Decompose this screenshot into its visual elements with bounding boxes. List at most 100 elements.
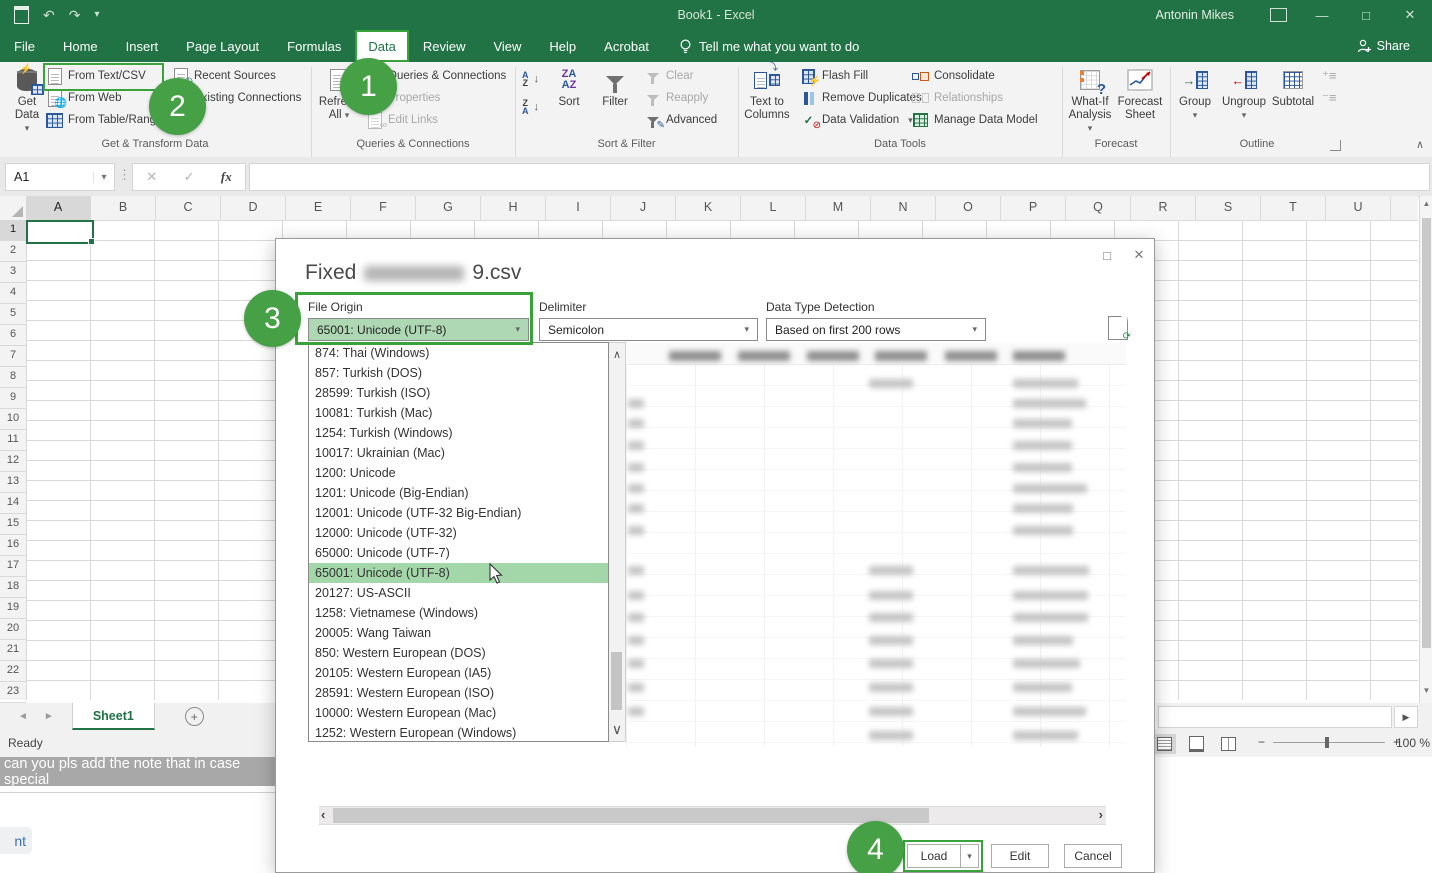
tab-data[interactable]: Data [355,30,408,62]
row-header-2[interactable]: 2 [0,241,26,262]
outline-dialog-launcher-icon[interactable] [1330,140,1341,151]
row-header-8[interactable]: 8 [0,367,26,388]
preview-scroll-thumb[interactable] [333,808,929,823]
sheet-tab-sheet1[interactable]: Sheet1 [72,703,155,730]
row-header-6[interactable]: 6 [0,325,26,346]
tab-acrobat[interactable]: Acrobat [590,30,663,62]
encoding-option[interactable]: 20127: US-ASCII [309,583,608,603]
sort-za-button[interactable]: ZA↓ [522,93,539,121]
load-button[interactable]: Load [907,844,961,868]
sheet-nav-left-icon[interactable]: ◄ [18,711,28,722]
formula-enter-icon[interactable]: ✓ [184,169,195,185]
column-header-a[interactable]: A [26,196,91,220]
minimize-button[interactable]: — [1300,0,1344,30]
encoding-option[interactable]: 874: Thai (Windows) [309,343,608,363]
column-header-q[interactable]: Q [1066,196,1131,220]
encoding-option[interactable]: 857: Turkish (DOS) [309,363,608,383]
forecast-sheet-button[interactable]: Forecast Sheet [1116,65,1164,135]
dropdown-scrollbar[interactable]: ∧ ∨ [609,342,626,742]
tab-page-layout[interactable]: Page Layout [172,30,273,62]
relationships-button[interactable]: Relationships [912,87,1038,109]
column-header-o[interactable]: O [936,196,1001,220]
sheet-nav-right-icon[interactable]: ► [44,711,54,722]
column-header-r[interactable]: R [1131,196,1196,220]
row-header-7[interactable]: 7 [0,346,26,367]
row-header-15[interactable]: 15 [0,514,26,535]
formula-input[interactable] [249,163,1430,191]
zoom-level[interactable]: 100 % [1396,736,1430,750]
column-header-e[interactable]: E [286,196,351,220]
undo-icon[interactable]: ↶ [43,8,55,22]
row-header-20[interactable]: 20 [0,619,26,640]
dropdown-scroll-thumb[interactable] [611,652,622,710]
preview-scroll-right-icon[interactable]: › [1099,807,1103,823]
tell-me-box[interactable]: Tell me what you want to do [663,30,859,62]
zoom-slider-thumb[interactable] [1325,737,1329,748]
encoding-option[interactable]: 10017: Ukrainian (Mac) [309,443,608,463]
encoding-option[interactable]: 1200: Unicode [309,463,608,483]
what-if-analysis-button[interactable]: ? What-If Analysis ▾ [1066,65,1114,135]
encoding-option[interactable]: 1201: Unicode (Big-Endian) [309,483,608,503]
column-header-s[interactable]: S [1196,196,1261,220]
customize-quick-access-icon[interactable]: ▾ [94,10,99,20]
reapply-filter-button[interactable]: Reapply [644,87,717,109]
encoding-option[interactable]: 1252: Western European (Windows) [309,723,608,743]
from-table-range-button[interactable]: From Table/Range [46,109,162,131]
collapse-ribbon-icon[interactable]: ∧ [1416,138,1424,151]
horizontal-scrollbar[interactable]: ▶ [1156,703,1432,730]
tab-insert[interactable]: Insert [112,30,173,62]
clear-filter-button[interactable]: Clear [644,65,717,87]
row-header-5[interactable]: 5 [0,304,26,325]
scroll-right-icon[interactable]: ▶ [1394,706,1418,728]
encoding-option[interactable]: 10000: Western European (Mac) [309,703,608,723]
share-button[interactable]: Share [1357,30,1432,62]
selected-cell-a1[interactable] [26,220,94,244]
formula-cancel-icon[interactable]: ✕ [146,169,157,185]
row-header-14[interactable]: 14 [0,493,26,514]
column-header-m[interactable]: M [806,196,871,220]
user-name[interactable]: Antonin Mikes [1155,8,1256,22]
hide-detail-button[interactable]: ⁻≡ [1322,87,1336,109]
row-header-12[interactable]: 12 [0,451,26,472]
encoding-option[interactable]: 850: Western European (DOS) [309,643,608,663]
ungroup-button[interactable]: ← Ungroup ▾ [1220,65,1268,135]
consolidate-button[interactable]: Consolidate [912,65,1038,87]
dialog-close-icon[interactable]: ✕ [1128,245,1150,265]
corner-chip[interactable]: nt [0,827,32,854]
insert-function-icon[interactable]: fx [221,169,232,185]
column-header-n[interactable]: N [871,196,936,220]
cancel-button[interactable]: Cancel [1064,844,1122,868]
vertical-scrollbar[interactable]: ▲ ▼ [1419,196,1432,703]
load-split-dropdown[interactable]: ▾ [960,844,979,868]
column-header-v[interactable]: V [1391,196,1418,220]
new-sheet-button[interactable]: + [185,707,204,726]
encoding-option[interactable]: 65001: Unicode (UTF-8) [309,563,608,583]
sort-button[interactable]: ZAAZ Sort [550,65,588,135]
text-to-columns-button[interactable]: ⤵ Text to Columns [742,65,792,135]
tab-home[interactable]: Home [49,30,112,62]
row-header-18[interactable]: 18 [0,577,26,598]
encoding-option[interactable]: 28599: Turkish (ISO) [309,383,608,403]
zoom-slider[interactable] [1273,742,1385,743]
delimiter-combo[interactable]: Semicolon ▾ [539,318,758,341]
encoding-option[interactable]: 12000: Unicode (UTF-32) [309,523,608,543]
column-header-d[interactable]: D [221,196,286,220]
page-layout-view-button[interactable] [1184,734,1208,754]
data-validation-button[interactable]: ✓⊘ Data Validation ▾ [800,109,922,131]
scroll-down-icon[interactable]: ▼ [1420,686,1432,695]
column-header-h[interactable]: H [481,196,546,220]
sort-az-button[interactable]: AZ↓ [522,65,539,93]
ribbon-display-options-icon[interactable] [1256,0,1300,30]
column-header-i[interactable]: I [546,196,611,220]
row-header-16[interactable]: 16 [0,535,26,556]
save-icon[interactable] [14,6,29,24]
page-break-view-button[interactable] [1216,734,1240,754]
row-header-21[interactable]: 21 [0,640,26,661]
select-all-corner[interactable] [0,196,27,221]
column-header-c[interactable]: C [156,196,221,220]
column-header-k[interactable]: K [676,196,741,220]
preview-scroll-left-icon[interactable]: ‹ [321,807,325,823]
encoding-option[interactable]: 65000: Unicode (UTF-7) [309,543,608,563]
row-header-19[interactable]: 19 [0,598,26,619]
row-header-22[interactable]: 22 [0,661,26,682]
